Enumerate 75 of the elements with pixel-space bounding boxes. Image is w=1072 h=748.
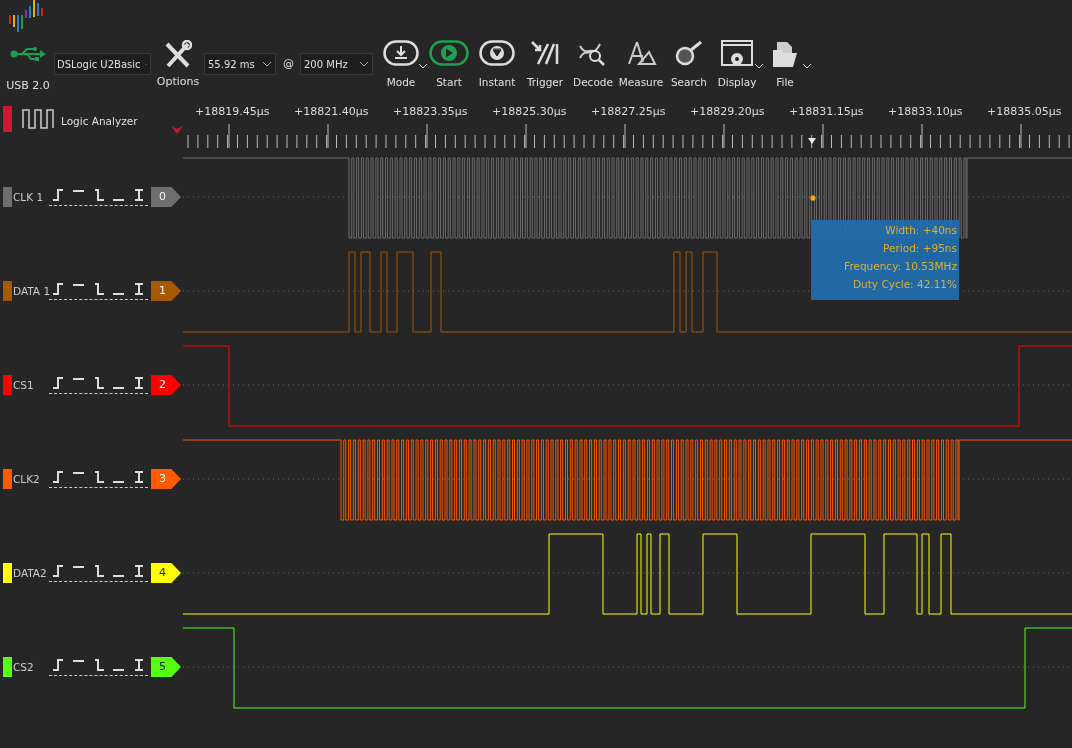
- search-icon: [674, 40, 704, 66]
- file-button[interactable]: File: [761, 36, 809, 88]
- rising-edge-icon[interactable]: [52, 188, 66, 202]
- falling-edge-icon[interactable]: [92, 658, 106, 672]
- channel-number-tag[interactable]: 0: [151, 187, 181, 207]
- channel-number-tag[interactable]: 5: [151, 657, 181, 677]
- channel-name: CLK 1: [13, 191, 45, 203]
- tools-icon: [164, 40, 192, 70]
- duration-dropdown[interactable]: 55.92 ms: [204, 53, 276, 75]
- time-label: +18831.15µs: [789, 105, 864, 118]
- time-label: +18823.35µs: [393, 105, 468, 118]
- trigger-button[interactable]: Trigger: [521, 36, 569, 88]
- time-label: +18835.05µs: [987, 105, 1062, 118]
- decode-button[interactable]: Decode: [569, 36, 617, 88]
- at-sign: @: [283, 57, 294, 70]
- folder-document-icon: [771, 40, 799, 68]
- options-button[interactable]: Options: [156, 36, 200, 88]
- channel-number-tag[interactable]: 4: [151, 563, 181, 583]
- session-indicator: [3, 106, 12, 132]
- measure-point-icon: [810, 195, 816, 201]
- channel-name: CLK2: [13, 473, 41, 485]
- any-edge-icon[interactable]: [132, 658, 146, 672]
- caret-icon: [803, 64, 811, 69]
- session-title: Logic Analyzer: [61, 115, 138, 127]
- channel-name: CS1: [13, 379, 35, 391]
- mode-button[interactable]: Mode: [377, 36, 425, 88]
- time-label: +18833.10µs: [888, 105, 963, 118]
- falling-edge-icon[interactable]: [92, 564, 106, 578]
- rising-edge-icon[interactable]: [52, 470, 66, 484]
- usb-icon: [10, 46, 46, 62]
- channel-number-tag[interactable]: 2: [151, 375, 181, 395]
- display-button[interactable]: Display: [713, 36, 761, 88]
- trigger-icon: [530, 40, 560, 66]
- rising-edge-icon[interactable]: [52, 564, 66, 578]
- window-gear-icon: [721, 40, 753, 66]
- falling-edge-icon[interactable]: [92, 188, 106, 202]
- instant-button[interactable]: Instant: [473, 36, 521, 88]
- channel-name: DATA 1: [13, 285, 49, 297]
- device-dropdown[interactable]: DSLogic U2Basic: [54, 53, 151, 75]
- triangle-marker-icon: [171, 126, 183, 134]
- measurement-text: Period: +95ns: [883, 242, 957, 254]
- sample-rate-dropdown[interactable]: 200 MHz: [300, 53, 373, 75]
- falling-edge-icon[interactable]: [92, 376, 106, 390]
- caret-icon: [419, 64, 427, 69]
- search-button[interactable]: Search: [665, 36, 713, 88]
- connection-label: USB 2.0: [6, 79, 50, 92]
- start-button[interactable]: Start: [425, 36, 473, 88]
- download-icon: [383, 40, 419, 66]
- time-label: +18819.45µs: [195, 105, 270, 118]
- any-edge-icon[interactable]: [132, 564, 146, 578]
- measurement-text: Frequency: 10.53MHz: [844, 260, 957, 272]
- caret-icon: [755, 64, 763, 69]
- rising-edge-icon[interactable]: [52, 282, 66, 296]
- rising-edge-icon[interactable]: [52, 658, 66, 672]
- square-wave-icon: [22, 109, 55, 129]
- measure-button[interactable]: Measure: [617, 36, 665, 88]
- cursor-marker-icon: [808, 138, 816, 144]
- play-icon: [429, 40, 469, 66]
- time-label: +18827.25µs: [591, 105, 666, 118]
- channel-number-tag[interactable]: 1: [151, 281, 181, 301]
- rising-edge-icon[interactable]: [52, 376, 66, 390]
- channel-name: DATA2: [13, 567, 48, 579]
- instant-icon: [479, 40, 515, 66]
- time-label: +18829.20µs: [690, 105, 765, 118]
- channel-name: CS2: [13, 661, 35, 673]
- any-edge-icon[interactable]: [132, 470, 146, 484]
- time-label: +18821.40µs: [294, 105, 369, 118]
- measurement-text: Duty Cycle: 42.11%: [853, 278, 957, 290]
- falling-edge-icon[interactable]: [92, 282, 106, 296]
- any-edge-icon[interactable]: [132, 376, 146, 390]
- any-edge-icon[interactable]: [132, 188, 146, 202]
- measurement-text: Width: +40ns: [885, 224, 957, 236]
- time-label: +18825.30µs: [492, 105, 567, 118]
- falling-edge-icon[interactable]: [92, 470, 106, 484]
- any-edge-icon[interactable]: [132, 282, 146, 296]
